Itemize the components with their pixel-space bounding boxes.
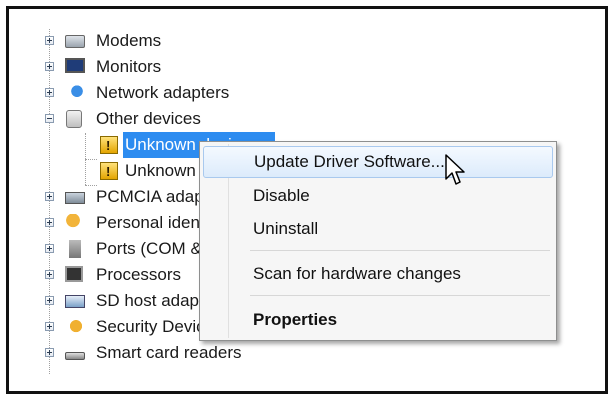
expand-plus-icon[interactable] (45, 62, 54, 71)
personal-id-icon (65, 214, 85, 232)
context-menu: Update Driver Software... Disable Uninst… (199, 141, 557, 341)
tree-item-modems[interactable]: Modems (9, 28, 309, 54)
tree-item-monitors[interactable]: Monitors (9, 54, 309, 80)
menu-separator (250, 250, 550, 251)
sd-host-icon (65, 295, 85, 308)
pcmcia-icon (65, 192, 85, 204)
security-device-icon (65, 318, 85, 336)
tree-item-smart-card-readers[interactable]: Smart card readers (9, 340, 309, 366)
tree-item-label: Processors (96, 265, 182, 284)
tree-item-label: Modems (96, 31, 162, 50)
menu-item-update-driver[interactable]: Update Driver Software... (203, 146, 553, 178)
collapse-minus-icon[interactable] (45, 114, 54, 123)
expand-plus-icon[interactable] (45, 192, 54, 201)
tree-item-other-devices[interactable]: Other devices (9, 106, 309, 132)
tree-item-label: Network adapters (96, 83, 230, 102)
expand-plus-icon[interactable] (45, 348, 54, 357)
processor-icon (65, 266, 83, 282)
monitor-icon (65, 58, 85, 73)
expand-plus-icon[interactable] (45, 88, 54, 97)
expand-plus-icon[interactable] (45, 322, 54, 331)
mouse-pointer-icon (445, 154, 465, 185)
expand-plus-icon[interactable] (45, 296, 54, 305)
other-devices-icon (66, 110, 82, 128)
tree-item-network-adapters[interactable]: Network adapters (9, 80, 309, 106)
tree-item-label: Other devices (96, 109, 201, 128)
menu-item-properties[interactable]: Properties (203, 304, 553, 336)
smart-card-icon (65, 352, 85, 360)
ports-icon (69, 240, 81, 258)
expand-plus-icon[interactable] (45, 36, 54, 45)
network-adapter-icon (65, 84, 85, 102)
menu-item-uninstall[interactable]: Uninstall (203, 213, 553, 245)
menu-separator (250, 295, 550, 296)
unknown-device-warning-icon (100, 133, 118, 159)
menu-item-disable[interactable]: Disable (203, 180, 553, 212)
tree-item-label: Smart card readers (96, 343, 242, 362)
expand-plus-icon[interactable] (45, 244, 54, 253)
menu-item-scan-hardware[interactable]: Scan for hardware changes (203, 258, 553, 290)
expand-plus-icon[interactable] (45, 218, 54, 227)
expand-plus-icon[interactable] (45, 270, 54, 279)
modem-icon (65, 35, 85, 48)
tree-item-label: Monitors (96, 57, 162, 76)
unknown-device-warning-icon (100, 159, 118, 185)
